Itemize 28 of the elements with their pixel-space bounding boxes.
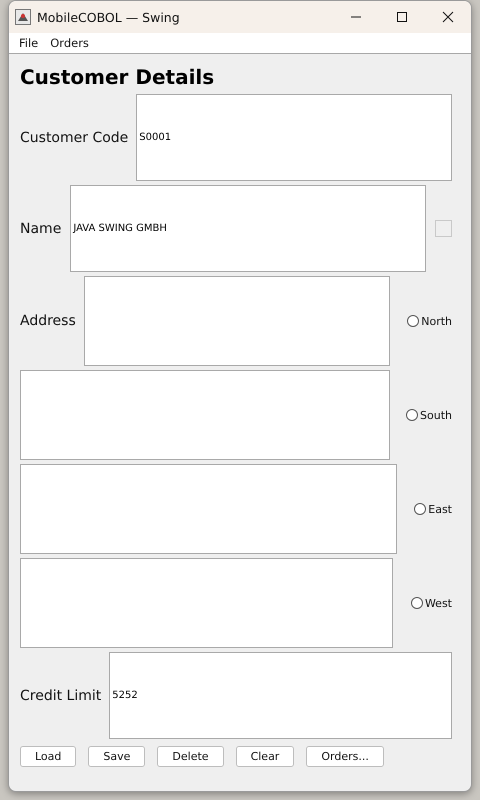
action-button[interactable]: Save <box>88 746 146 767</box>
field-label: Credit Limit <box>20 688 102 704</box>
input-field[interactable] <box>20 370 390 460</box>
action-button[interactable]: Delete <box>157 746 224 767</box>
radio-button[interactable]: West <box>410 596 452 610</box>
radio-button[interactable]: North <box>407 314 452 328</box>
input-field[interactable]: JAVA SWING GMBH <box>70 185 426 272</box>
app-icon <box>15 9 31 25</box>
close-icon <box>442 11 454 23</box>
form-heading: Customer Details <box>20 66 216 88</box>
input-field[interactable] <box>84 276 390 366</box>
input-field[interactable] <box>20 464 397 554</box>
field-label: Name <box>20 220 62 236</box>
action-button[interactable]: Clear <box>236 746 294 767</box>
maximize-icon <box>396 11 408 23</box>
action-button[interactable]: Load <box>20 746 76 767</box>
menu-item[interactable]: Orders <box>44 36 95 50</box>
radio-button[interactable]: East <box>414 502 452 516</box>
field-label: Address <box>20 313 76 329</box>
input-field[interactable]: S0001 <box>136 94 452 181</box>
checkbox[interactable] <box>435 220 452 237</box>
window-title: MobileCOBOL — Swing <box>37 10 181 24</box>
radio-button[interactable]: South <box>406 408 452 422</box>
menu-item[interactable]: File <box>13 36 44 50</box>
field-label: Customer Code <box>20 130 128 146</box>
action-button[interactable]: Orders... <box>306 746 384 767</box>
input-field[interactable] <box>20 558 393 648</box>
input-field[interactable]: 5252 <box>109 652 452 739</box>
